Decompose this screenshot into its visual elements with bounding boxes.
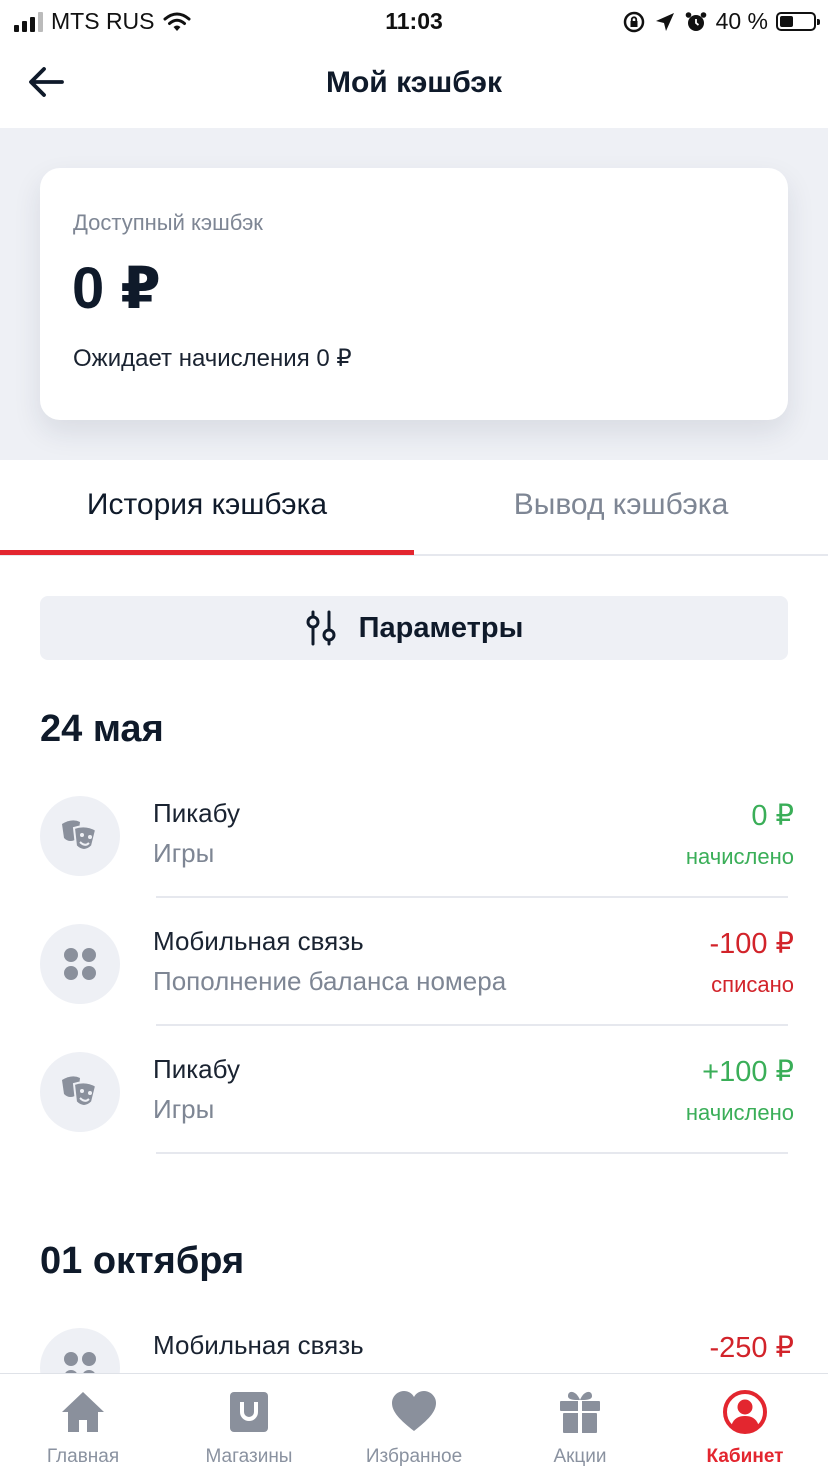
divider (156, 1024, 788, 1026)
nav-home-label: Главная (46, 1446, 120, 1467)
filter-sliders-icon (306, 610, 336, 646)
item-subtitle: Игры (153, 1094, 215, 1124)
tab-cashback-history[interactable]: История кэшбэка (0, 488, 414, 522)
item-status: начислено (685, 844, 794, 869)
list-item[interactable]: Мобильная связь Пополнение баланса номер… (0, 912, 828, 1040)
bottom-navigation: Главная Магазины Избранное Акции Кабинет (0, 1373, 828, 1473)
item-status: начислено (685, 1100, 794, 1125)
home-icon (62, 1392, 104, 1432)
item-subtitle: Игры (153, 838, 215, 868)
nav-favorites-label: Избранное (365, 1446, 463, 1467)
date-header: 01 октября (40, 1240, 245, 1282)
active-tab-indicator (0, 550, 414, 555)
rotation-lock-icon (623, 11, 644, 32)
list-item[interactable]: Пикабу Игры +100 ₽ начислено (0, 1040, 828, 1168)
item-status: списано (711, 972, 794, 997)
item-title: Мобильная связь (153, 926, 364, 956)
tab-bar: История кэшбэка Вывод кэшбэка (0, 460, 828, 556)
nav-shops-label: Магазины (205, 1446, 293, 1467)
balance-amount: 0 ₽ (72, 256, 161, 321)
battery-icon (776, 12, 820, 31)
nav-promotions[interactable]: Акции (497, 1374, 663, 1473)
parameters-label: Параметры (358, 611, 524, 644)
battery-percent: 40 % (715, 8, 768, 34)
list-item[interactable]: Пикабу Игры 0 ₽ начислено (0, 784, 828, 912)
date-header: 24 мая (40, 708, 164, 750)
item-amount: +100 ₽ (702, 1056, 794, 1088)
theater-masks-icon (40, 1052, 120, 1132)
balance-card: Доступный кэшбэк 0 ₽ Ожидает начисления … (40, 168, 788, 420)
theater-masks-icon (40, 796, 120, 876)
tab-cashback-withdrawal[interactable]: Вывод кэшбэка (414, 488, 828, 522)
status-right: 40 % (622, 8, 820, 35)
profile-icon (723, 1390, 767, 1434)
alarm-icon (685, 11, 706, 31)
balance-label: Доступный кэшбэк (73, 210, 263, 235)
item-amount: -250 ₽ (709, 1332, 794, 1364)
divider (156, 1152, 788, 1154)
shop-bag-icon (230, 1392, 268, 1432)
pending-amount: Ожидает начисления 0 ₽ (73, 345, 352, 372)
divider (156, 896, 788, 898)
item-title: Пикабу (153, 1054, 240, 1084)
page-title: Мой кэшбэк (325, 66, 502, 99)
app-header: Мой кэшбэк (0, 42, 828, 128)
item-amount: -100 ₽ (709, 928, 794, 960)
item-subtitle: Пополнение баланса номера (153, 966, 507, 996)
parameters-button[interactable]: Параметры (40, 596, 788, 660)
status-bar: MTS RUS 11:03 40 % (0, 0, 828, 42)
location-icon (655, 12, 674, 31)
item-amount: 0 ₽ (751, 800, 794, 832)
nav-favorites[interactable]: Избранное (331, 1374, 497, 1473)
nav-cabinet-label: Кабинет (706, 1446, 784, 1467)
nav-home[interactable]: Главная (0, 1374, 166, 1473)
nav-cabinet[interactable]: Кабинет (662, 1374, 828, 1473)
gift-icon (560, 1391, 600, 1433)
item-title: Пикабу (153, 798, 240, 828)
nav-shops[interactable]: Магазины (166, 1374, 332, 1473)
four-dots-icon (40, 924, 120, 1004)
nav-promotions-label: Акции (553, 1446, 607, 1467)
heart-icon (392, 1391, 436, 1431)
item-title: Мобильная связь (153, 1330, 364, 1360)
